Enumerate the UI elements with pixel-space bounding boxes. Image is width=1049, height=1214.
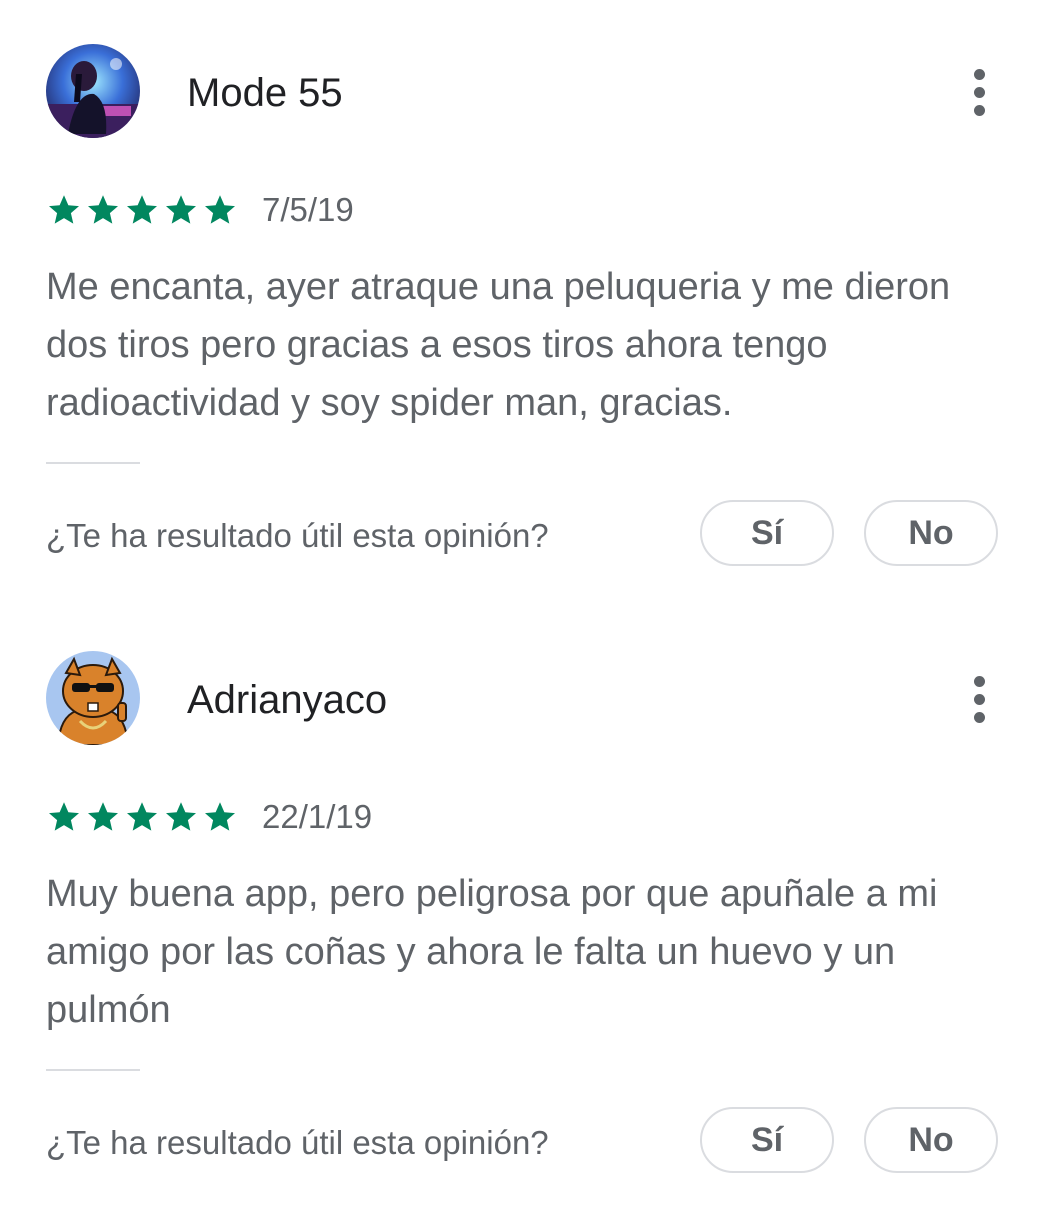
review-date: 7/5/19: [262, 191, 354, 228]
review-card: Adrianyaco 22/1/19 Muy buena app, pero p…: [0, 607, 1049, 1214]
star-icon: [127, 195, 157, 224]
helpful-yes-button[interactable]: Sí: [700, 500, 834, 566]
star-icon: [166, 195, 196, 224]
avatar-gamer-neon-icon: [46, 44, 140, 138]
review-card: Mode 55 7/5/19 Me encanta, ayer atraque …: [0, 0, 1049, 607]
star-icon: [205, 195, 235, 224]
star-icon: [88, 802, 118, 831]
star-icon: [49, 195, 79, 224]
rating-row: 22/1/19: [46, 797, 372, 837]
avatar[interactable]: [46, 651, 140, 745]
star-rating: [46, 799, 238, 835]
star-icon: [49, 802, 79, 831]
more-vert-icon: [973, 675, 985, 687]
divider: [46, 1069, 140, 1071]
helpful-question: ¿Te ha resultado útil esta opinión?: [46, 517, 549, 554]
divider: [46, 462, 140, 464]
rating-row: 7/5/19: [46, 190, 354, 230]
helpful-no-button[interactable]: No: [864, 500, 998, 566]
avatar-cartoon-squirrel-icon: [46, 651, 140, 745]
helpful-question: ¿Te ha resultado útil esta opinión?: [46, 1124, 549, 1161]
star-rating: [46, 192, 238, 228]
review-text: Muy buena app, pero peligrosa por que ap…: [46, 873, 938, 1031]
review-text: Me encanta, ayer atraque una peluqueria …: [46, 266, 951, 424]
more-vert-icon: [973, 68, 985, 80]
review-author: Mode 55: [187, 71, 343, 115]
review-date: 22/1/19: [262, 798, 373, 835]
more-options-button[interactable]: [958, 673, 1000, 725]
review-author: Adrianyaco: [187, 678, 388, 722]
helpful-no-button[interactable]: No: [864, 1107, 998, 1173]
star-icon: [205, 802, 235, 831]
avatar[interactable]: [46, 44, 140, 138]
helpful-yes-button[interactable]: Sí: [700, 1107, 834, 1173]
star-icon: [166, 802, 196, 831]
more-options-button[interactable]: [958, 66, 1000, 118]
star-icon: [127, 802, 157, 831]
star-icon: [88, 195, 118, 224]
